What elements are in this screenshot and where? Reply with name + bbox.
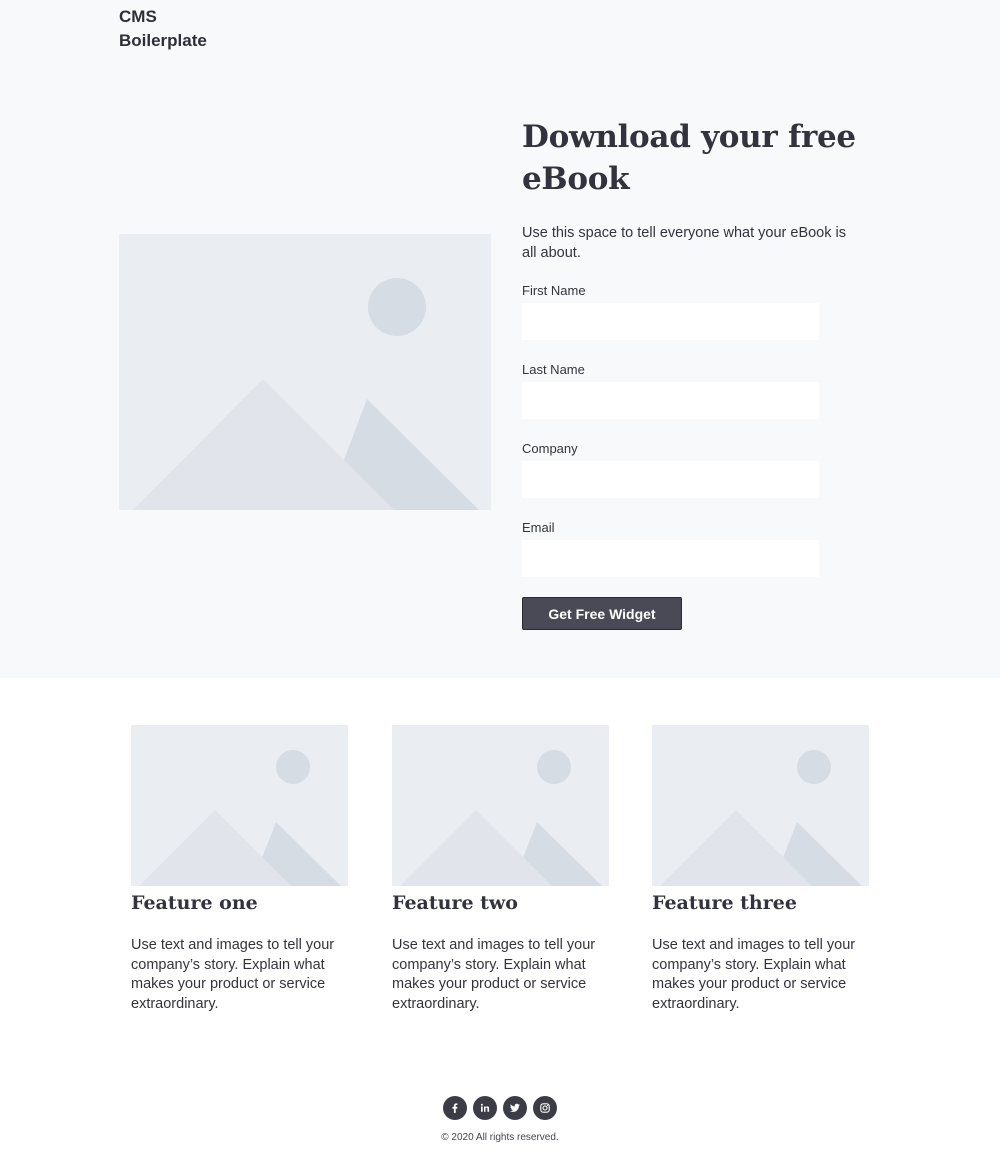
last-name-field[interactable] [522, 382, 819, 419]
feature-card-three: Feature three Use text and images to tel… [652, 725, 869, 1014]
feature-card-one: Feature one Use text and images to tell … [131, 725, 348, 1014]
linkedin-icon[interactable] [473, 1096, 497, 1120]
email-label: Email [522, 520, 555, 535]
last-name-label: Last Name [522, 362, 585, 377]
feature-title: Feature one [131, 892, 258, 914]
placeholder-image-icon [119, 234, 491, 510]
placeholder-image-icon [131, 725, 348, 886]
placeholder-image-icon [392, 725, 609, 886]
logo-line-2: Boilerplate [119, 31, 207, 50]
feature-text: Use text and images to tell your company… [652, 937, 856, 1012]
feature-title: Feature two [392, 892, 518, 914]
email-field[interactable] [522, 540, 819, 577]
hero-copy: Download your free eBook Use this space … [522, 116, 862, 263]
copyright-text: © 2020 All rights reserved. [441, 1132, 559, 1143]
company-field[interactable] [522, 461, 819, 498]
facebook-icon[interactable] [443, 1096, 467, 1120]
hero-placeholder-image [119, 234, 491, 510]
first-name-label: First Name [522, 283, 586, 298]
feature-card-two: Feature two Use text and images to tell … [392, 725, 609, 1014]
company-label: Company [522, 441, 578, 456]
feature-text: Use text and images to tell your company… [131, 937, 335, 1012]
hero-intro: Use this space to tell everyone what you… [522, 225, 846, 261]
feature-title: Feature three [652, 892, 797, 914]
feature-text: Use text and images to tell your company… [392, 937, 596, 1012]
instagram-icon[interactable] [533, 1096, 557, 1120]
site-logo[interactable]: CMS Boilerplate [119, 5, 207, 53]
placeholder-image-icon [652, 725, 869, 886]
twitter-icon[interactable] [503, 1096, 527, 1120]
first-name-field[interactable] [522, 303, 819, 340]
get-free-widget-button[interactable]: Get Free Widget [522, 597, 682, 630]
page-title: Download your free eBook [522, 119, 856, 197]
logo-line-1: CMS [119, 7, 157, 26]
social-links [443, 1096, 557, 1120]
